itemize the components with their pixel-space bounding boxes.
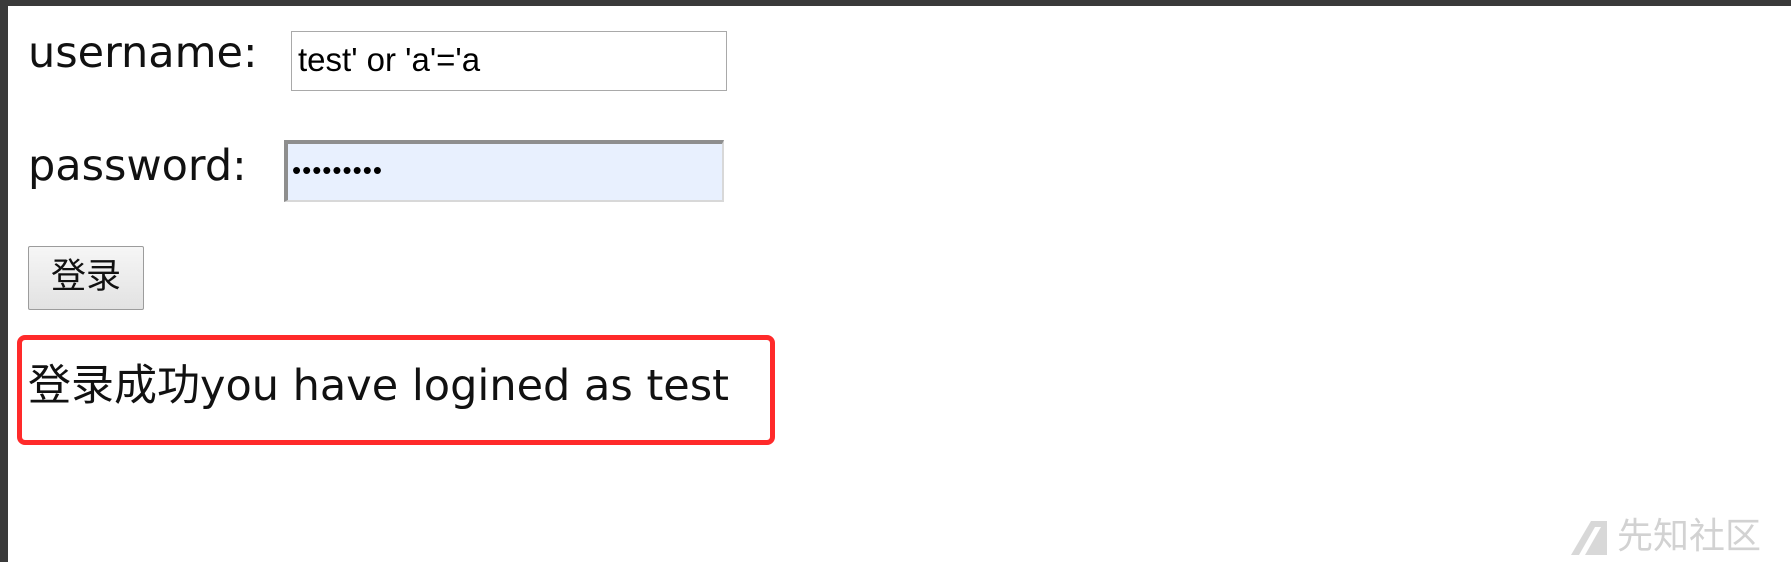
watermark: 先知社区 [1569,517,1761,557]
window-left-border [0,0,8,562]
login-result-message: 登录成功you have logined as test [28,361,730,411]
password-input[interactable]: ••••••••• [284,140,724,202]
xianzhi-logo-icon [1570,521,1607,555]
login-button[interactable]: 登录 [28,246,144,310]
window-top-border [0,0,1791,6]
username-label: username: [28,28,258,78]
username-input[interactable]: test' or 'a'='a [291,31,727,91]
watermark-text: 先知社区 [1616,516,1761,557]
password-label: password: [28,141,247,191]
